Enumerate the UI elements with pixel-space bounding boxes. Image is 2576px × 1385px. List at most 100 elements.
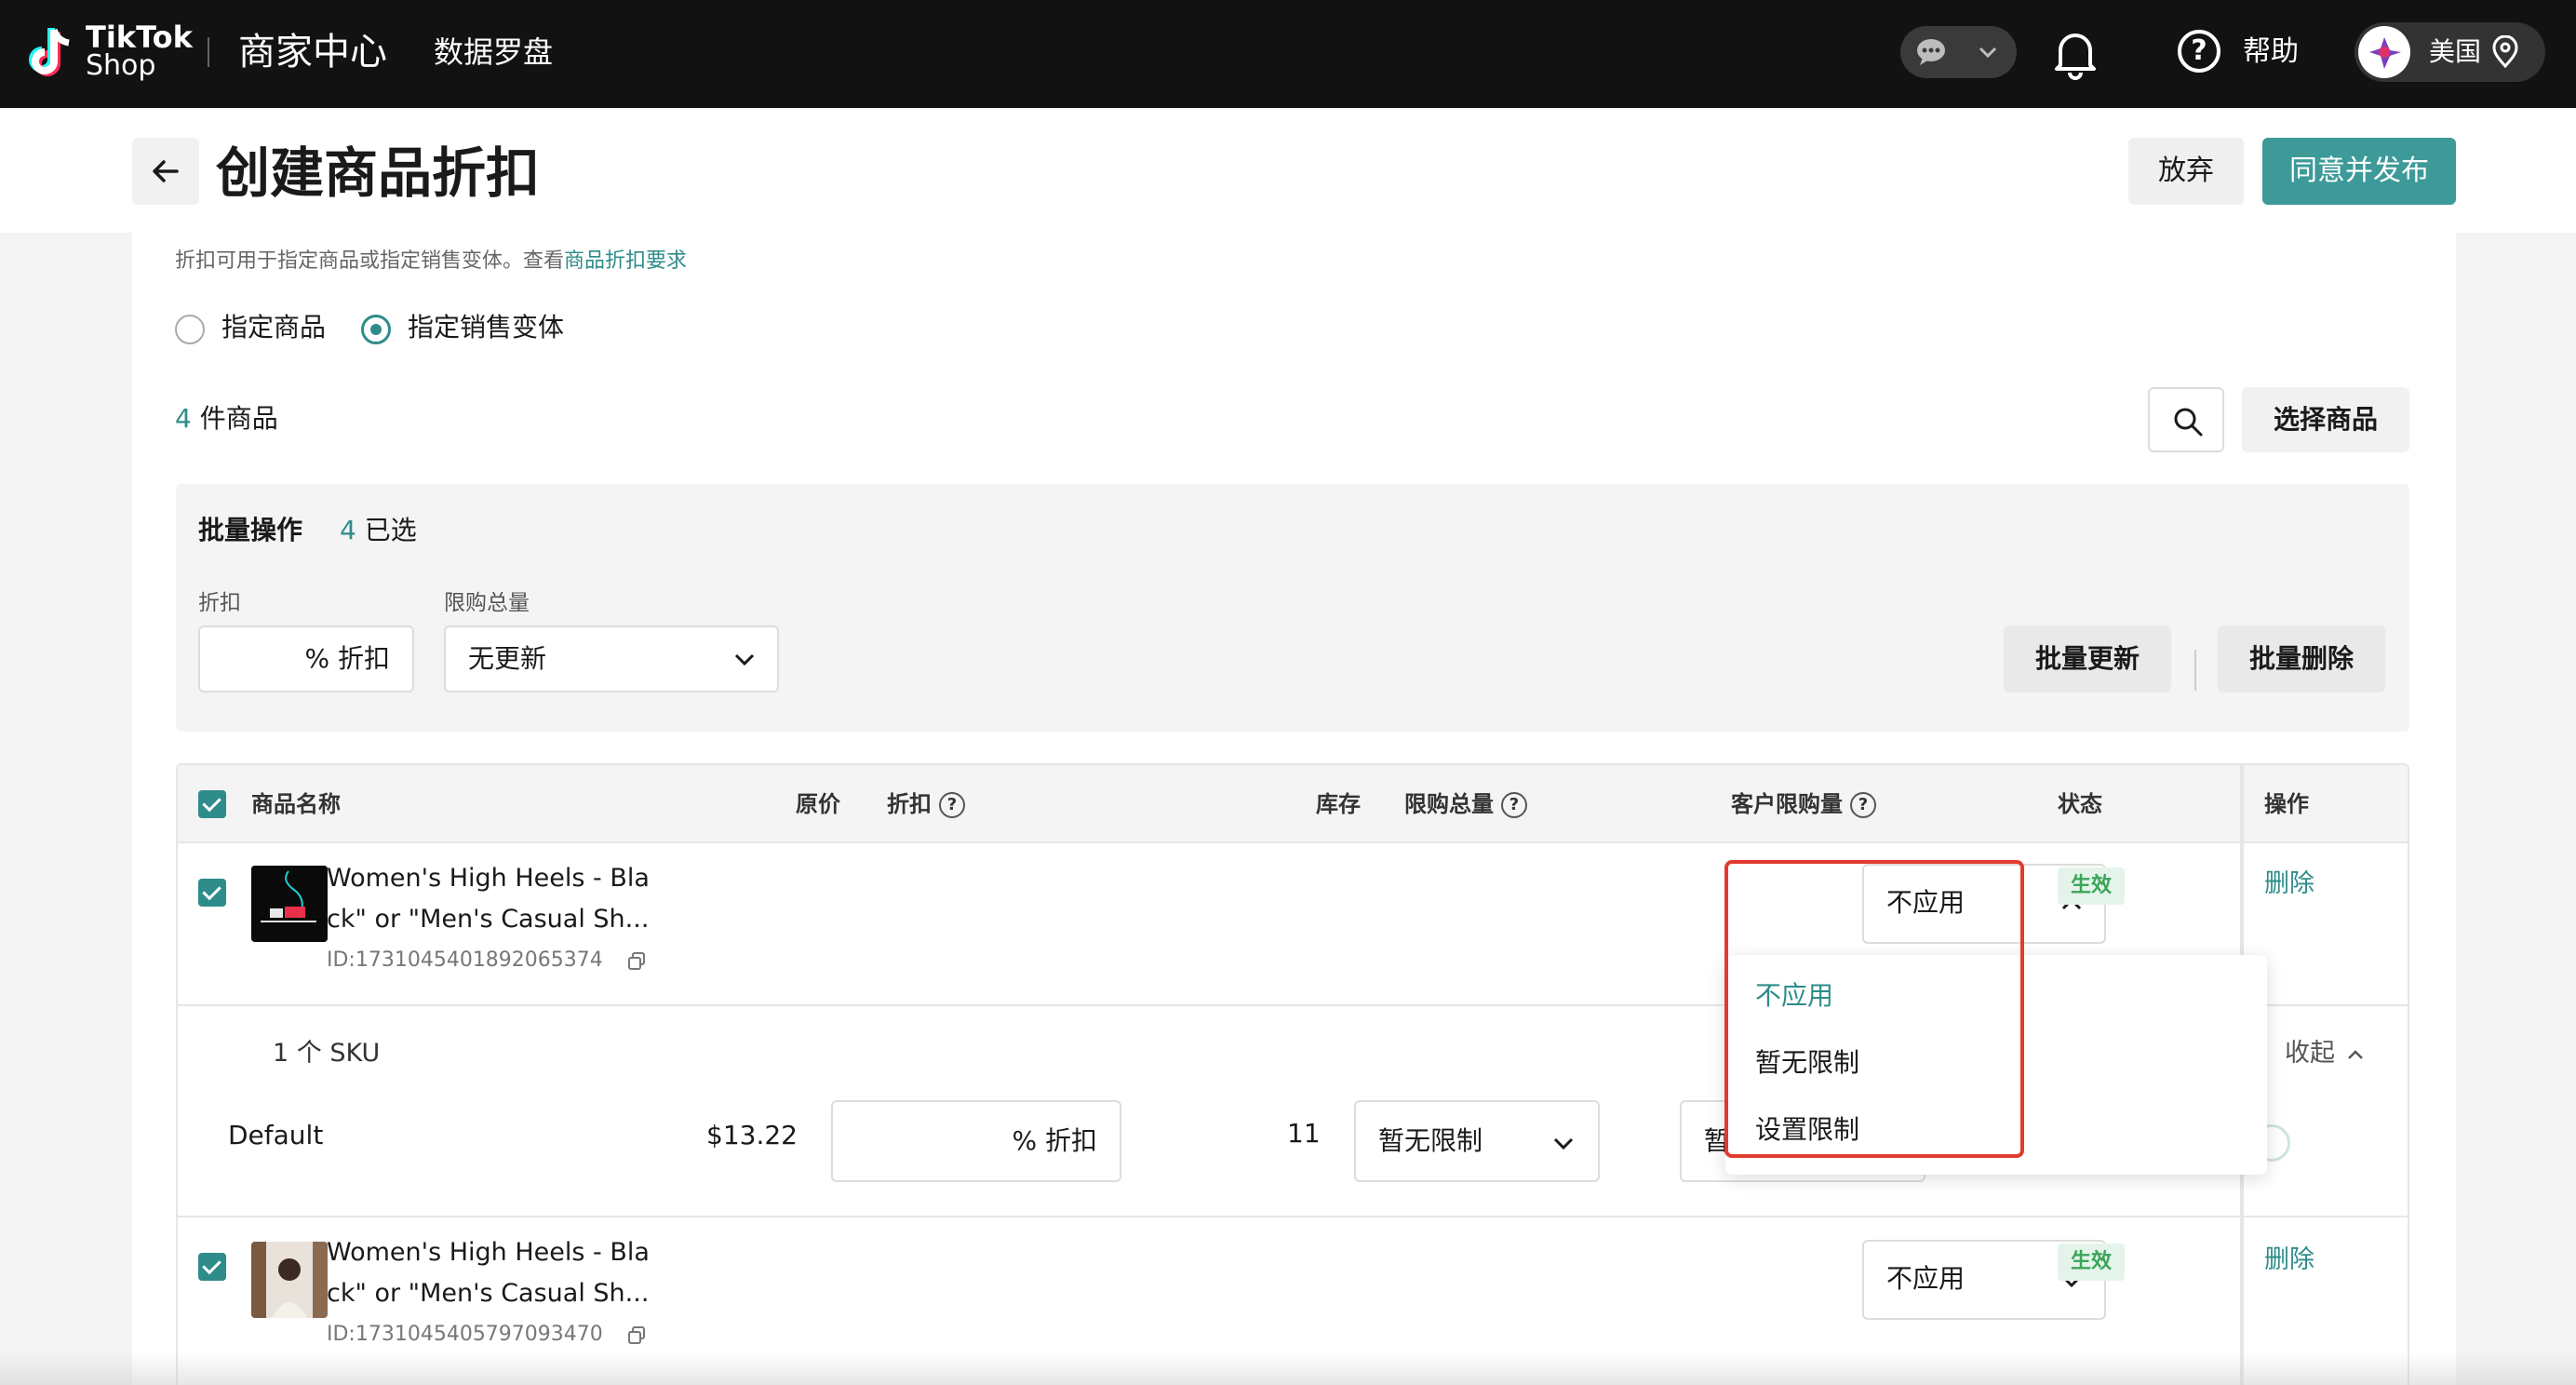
sku-count: 1 个 SKU <box>273 1039 381 1068</box>
header-status: 状态 <box>2058 791 2102 817</box>
customer-limit-value: 不应用 <box>1886 1263 1966 1294</box>
delete-link[interactable]: 删除 <box>2264 1242 2314 1279</box>
product-image <box>251 866 328 942</box>
batch-update-button[interactable]: 批量更新 <box>2004 625 2171 692</box>
sku-discount-input[interactable]: % 折扣 <box>831 1100 1121 1182</box>
batch-button-divider <box>2194 650 2196 691</box>
product-name-line1[interactable]: Women's High Heels - Bla <box>327 1232 650 1273</box>
chat-dropdown[interactable] <box>1900 26 2017 78</box>
highlight-annotation <box>1724 860 2024 1158</box>
delete-link[interactable]: 删除 <box>2264 866 2314 903</box>
top-nav: TikTok Shop 商家中心 数据罗盘 ? 帮助 美国 <box>0 0 2576 108</box>
search-button[interactable] <box>2148 387 2224 452</box>
header-discount: 折扣? <box>887 784 965 825</box>
avatar <box>2358 26 2410 78</box>
copy-icon[interactable] <box>626 1325 647 1346</box>
table-header: 商品名称 原价 折扣? 库存 限购总量? 客户限购量? 状态 <box>178 765 2408 843</box>
shop-avatar-icon <box>2369 37 2401 69</box>
batch-delete-button[interactable]: 批量删除 <box>2218 625 2385 692</box>
batch-operations-panel: 批量操作 4 已选 折扣 限购总量 % 折扣 无更新 批量更新 批量删除 <box>176 484 2409 732</box>
batch-selected-label: 已选 <box>364 515 417 545</box>
batch-selected-number: 4 <box>340 515 356 545</box>
bottom-shadow <box>0 1351 2576 1385</box>
region-selector[interactable]: 美国 <box>2355 22 2545 82</box>
radio-label-product[interactable]: 指定商品 <box>221 309 326 346</box>
header-actions: 操作 <box>2264 791 2309 817</box>
row-checkbox[interactable] <box>198 1253 226 1281</box>
batch-limit-value: 无更新 <box>468 643 547 674</box>
radio-specific-variant[interactable] <box>361 315 391 344</box>
product-name-line1[interactable]: Women's High Heels - Bla <box>327 858 650 899</box>
sku-total-limit-select[interactable]: 暂无限制 <box>1354 1100 1600 1182</box>
agree-publish-button[interactable]: 同意并发布 <box>2262 138 2456 205</box>
requirements-link[interactable]: 商品折扣要求 <box>564 249 687 273</box>
sku-discount-placeholder: % 折扣 <box>1012 1125 1097 1156</box>
header-customer-limit: 客户限购量? <box>1731 784 1876 825</box>
search-icon <box>2174 408 2203 437</box>
logo-text-tiktok: TikTok <box>86 20 193 55</box>
batch-discount-label: 折扣 <box>198 591 241 615</box>
data-compass-link[interactable]: 数据罗盘 <box>434 28 553 76</box>
location-pin-icon <box>2492 35 2518 69</box>
header-price: 原价 <box>796 791 840 817</box>
page-header: 创建商品折扣 放弃 同意并发布 <box>0 108 2576 233</box>
intro-description: 折扣可用于指定商品或指定销售变体。查看 <box>175 249 565 273</box>
actions-column-header: 操作 <box>2244 765 2408 843</box>
total-limit-help-icon[interactable]: ? <box>1501 792 1527 818</box>
customer-limit-help-icon[interactable]: ? <box>1850 792 1876 818</box>
batch-selected-count: 4 已选 <box>340 512 417 549</box>
batch-limit-label: 限购总量 <box>444 591 530 615</box>
product-name-line2[interactable]: ck" or "Men's Casual Sh... <box>327 899 649 940</box>
sku-name: Default <box>228 1120 324 1150</box>
batch-limit-select[interactable]: 无更新 <box>444 625 779 692</box>
chevron-down-icon <box>734 653 755 666</box>
sku-price: $13.22 <box>706 1120 798 1150</box>
choose-products-button[interactable]: 选择商品 <box>2242 387 2409 452</box>
back-button[interactable] <box>132 138 199 205</box>
row-checkbox[interactable] <box>198 879 226 907</box>
nav-divider <box>208 37 209 67</box>
chevron-down-icon <box>1979 47 1997 58</box>
sku-stock: 11 <box>1287 1118 1321 1149</box>
product-id: ID:1731045401892065374 <box>327 948 603 972</box>
main-card: 折扣可用于指定商品或指定销售变体。查看商品折扣要求 指定商品 指定销售变体 4 … <box>132 233 2456 1385</box>
row-divider <box>2244 1216 2408 1217</box>
header-total-limit-label: 限购总量 <box>1404 791 1494 817</box>
copy-icon[interactable] <box>626 951 647 972</box>
seller-center-title[interactable]: 商家中心 <box>238 24 387 80</box>
header-total-limit: 限购总量? <box>1404 784 1527 825</box>
status-badge: 生效 <box>2058 867 2126 905</box>
batch-discount-placeholder: % 折扣 <box>304 643 390 674</box>
product-image <box>251 1242 328 1318</box>
intro-text: 折扣可用于指定商品或指定销售变体。查看商品折扣要求 <box>175 246 687 277</box>
products-count-label: 件商品 <box>199 403 278 434</box>
help-icon[interactable]: ? <box>2178 30 2220 73</box>
tiktok-shop-logo[interactable]: TikTok Shop <box>26 20 193 84</box>
header-customer-limit-label: 客户限购量 <box>1731 791 1843 817</box>
select-all-checkbox[interactable] <box>198 790 226 818</box>
page-title: 创建商品折扣 <box>216 141 541 205</box>
logo-text-shop: Shop <box>86 49 156 82</box>
products-count: 4 件商品 <box>175 400 278 437</box>
header-product-name: 商品名称 <box>251 791 341 817</box>
notification-bell-icon[interactable] <box>2051 28 2100 80</box>
batch-discount-input[interactable]: % 折扣 <box>198 625 414 692</box>
help-label[interactable]: 帮助 <box>2243 30 2299 74</box>
product-name-line2[interactable]: ck" or "Men's Casual Sh... <box>327 1273 649 1314</box>
collapse-toggle[interactable]: 收起 <box>2285 1035 2364 1072</box>
radio-specific-product[interactable] <box>175 315 205 344</box>
radio-label-variant[interactable]: 指定销售变体 <box>408 309 564 346</box>
row-divider <box>178 1216 2408 1217</box>
header-discount-label: 折扣 <box>887 791 932 817</box>
sku-total-limit-value: 暂无限制 <box>1378 1125 1483 1156</box>
discard-button[interactable]: 放弃 <box>2128 138 2244 205</box>
region-label: 美国 <box>2429 36 2482 67</box>
discount-help-icon[interactable]: ? <box>939 792 965 818</box>
product-thumbnail <box>251 1242 328 1318</box>
chat-bubble-icon <box>1917 39 1945 65</box>
batch-title: 批量操作 <box>198 515 303 545</box>
row-divider <box>2244 1004 2408 1006</box>
product-thumbnail <box>251 866 328 942</box>
arrow-left-icon <box>153 160 179 182</box>
chevron-up-icon <box>2347 1049 2363 1059</box>
